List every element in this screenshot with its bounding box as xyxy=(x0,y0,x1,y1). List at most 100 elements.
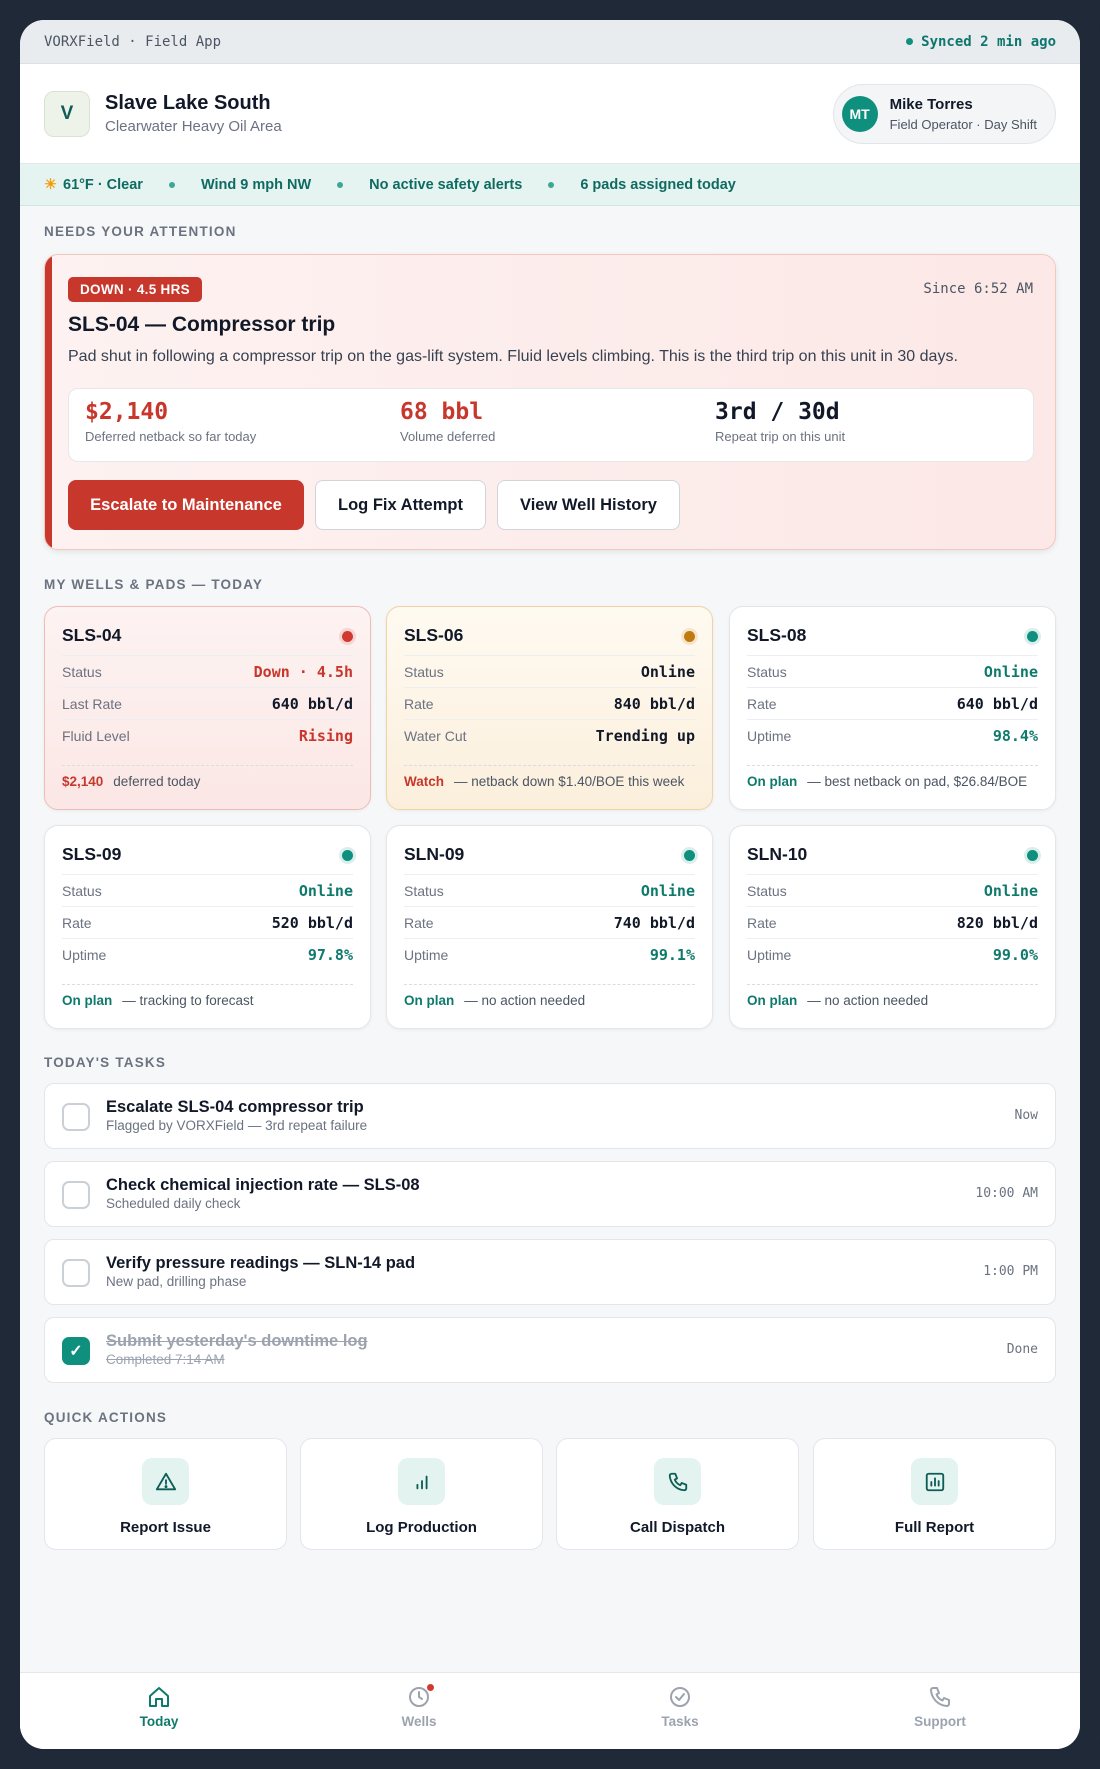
well-card[interactable]: SLS-08 Status Online Rate 640 bbl/d Uptime 98.… xyxy=(729,606,1056,810)
quick-action-report-issue[interactable]: Report Issue xyxy=(44,1438,287,1550)
task-item[interactable]: Check chemical injection rate — SLS-08 Sc… xyxy=(44,1161,1056,1227)
pads-text: 6 pads assigned today xyxy=(580,176,736,193)
nav-item-wells[interactable]: Wells xyxy=(359,1684,479,1729)
task-subtitle: Flagged by VORXField — 3rd repeat failur… xyxy=(106,1118,368,1133)
metric-key: Rate xyxy=(404,695,434,712)
task-title: Submit yesterday's downtime log xyxy=(106,1332,368,1350)
task-title: Escalate SLS-04 compressor trip xyxy=(106,1098,364,1116)
metric-key: Uptime xyxy=(62,946,107,963)
metric-value: 740 bbl/d xyxy=(613,913,695,932)
well-name: SLS-09 xyxy=(62,844,122,864)
status-dot-icon xyxy=(684,631,695,642)
user-role: Field Operator · Day Shift xyxy=(889,116,1037,132)
metric-key: Status xyxy=(62,663,102,680)
alert-since: Since 6:52 AM xyxy=(923,281,1033,297)
well-card[interactable]: SLS-04 Status Down · 4.5h Last Rate 640 bbl/… xyxy=(44,606,371,810)
view-history-button[interactable]: View Well History xyxy=(497,480,680,530)
nav-item-tasks[interactable]: Tasks xyxy=(620,1685,740,1729)
well-name: SLN-09 xyxy=(404,844,465,864)
separator-dot xyxy=(548,181,555,188)
task-title: Check chemical injection rate — SLS-08 xyxy=(106,1176,420,1194)
quick-action-log-production[interactable]: Log Production xyxy=(300,1438,543,1550)
task-subtitle: Scheduled daily check xyxy=(106,1196,241,1211)
site-area: Clearwater Heavy Oil Area xyxy=(105,118,282,135)
warning-icon xyxy=(142,1458,189,1505)
alert-accent-bar xyxy=(45,255,52,549)
well-name: SLS-08 xyxy=(747,625,807,645)
metric-value: Online xyxy=(640,881,695,900)
task-subtitle: New pad, drilling phase xyxy=(106,1274,247,1289)
metric-value: Rising xyxy=(298,726,353,745)
well-card[interactable]: SLN-10 Status Online Rate 820 bbl/d Uptime 99.… xyxy=(729,825,1056,1029)
user-profile-button[interactable]: MT Mike Torres Field Operator · Day Shif… xyxy=(832,83,1056,144)
well-card[interactable]: SLN-09 Status Online Rate 740 bbl/d Uptime 99.… xyxy=(386,825,713,1029)
well-note-text: — no action needed xyxy=(807,993,929,1008)
well-note-text: — no action needed xyxy=(464,993,586,1008)
metric-volume-deferred: 68 bbl Volume deferred xyxy=(400,399,495,444)
well-metric-row: Fluid Level Rising xyxy=(62,719,353,751)
escalate-button[interactable]: Escalate to Maintenance xyxy=(68,480,304,530)
section-label-attention: NEEDS YOUR ATTENTION xyxy=(44,224,237,239)
well-metric-row: Rate 820 bbl/d xyxy=(747,906,1038,938)
task-checkbox[interactable] xyxy=(62,1103,90,1131)
wind-text: Wind 9 mph NW xyxy=(200,176,312,193)
task-checkbox[interactable] xyxy=(62,1259,90,1287)
well-metric-row: Status Online xyxy=(404,655,695,687)
metric-key: Uptime xyxy=(747,727,792,744)
site-title: Slave Lake South xyxy=(105,92,271,114)
metric-label: Volume deferred xyxy=(400,429,496,444)
bar-chart-icon xyxy=(398,1458,445,1505)
metric-key: Water Cut xyxy=(404,727,467,744)
well-card[interactable]: SLS-09 Status Online Rate 520 bbl/d Uptime 97.… xyxy=(44,825,371,1029)
well-note-tag: On plan xyxy=(62,993,113,1008)
alert-card: DOWN · 4.5 HRS Since 6:52 AM SLS-04 — Co… xyxy=(44,254,1056,550)
well-card[interactable]: SLS-06 Status Online Rate 840 bbl/d Water Cut… xyxy=(386,606,713,810)
quick-action-label: Call Dispatch xyxy=(629,1519,726,1536)
nav-item-support[interactable]: Support xyxy=(880,1685,1000,1729)
well-metric-row: Status Down · 4.5h xyxy=(62,655,353,687)
metric-value: 840 bbl/d xyxy=(613,694,695,713)
metric-value: 640 bbl/d xyxy=(271,694,353,713)
nav-label: Tasks xyxy=(661,1714,699,1729)
task-checkbox[interactable] xyxy=(62,1181,90,1209)
well-note-text: — netback down $1.40/BOE this week xyxy=(454,774,685,789)
task-item[interactable]: ✓ Submit yesterday's downtime log Complete… xyxy=(44,1317,1056,1383)
well-note: On plan — tracking to forecast xyxy=(62,984,353,1008)
metric-value: 3rd / 30d xyxy=(715,399,840,425)
metric-value: 97.8% xyxy=(307,945,353,964)
phone-icon xyxy=(654,1458,701,1505)
metric-key: Status xyxy=(404,882,444,899)
nav-item-today[interactable]: Today xyxy=(99,1685,219,1729)
well-note-tag: Watch xyxy=(404,774,444,789)
metric-value: 99.0% xyxy=(992,945,1038,964)
quick-action-call-dispatch[interactable]: Call Dispatch xyxy=(556,1438,799,1550)
log-fix-button[interactable]: Log Fix Attempt xyxy=(315,480,486,530)
conditions-bar: ☀ 61°F · Clear Wind 9 mph NW No active s… xyxy=(20,164,1080,206)
metric-value: Online xyxy=(640,662,695,681)
well-metric-row: Status Online xyxy=(747,655,1038,687)
task-time: 10:00 AM xyxy=(975,1186,1038,1201)
well-note: On plan — best netback on pad, $26.84/BOE xyxy=(747,765,1038,789)
metric-value: Online xyxy=(983,662,1038,681)
notification-badge xyxy=(427,1684,434,1691)
quick-action-full-report[interactable]: Full Report xyxy=(813,1438,1056,1550)
tablet-frame: VORXField · Field App Synced 2 min ago V… xyxy=(0,0,1100,1769)
metric-key: Uptime xyxy=(747,946,792,963)
alert-metrics: $2,140 Deferred netback so far today 68 … xyxy=(68,388,1034,462)
well-metric-row: Rate 740 bbl/d xyxy=(404,906,695,938)
alert-description: Pad shut in following a compressor trip … xyxy=(68,348,958,365)
well-metric-row: Water Cut Trending up xyxy=(404,719,695,751)
well-metric-row: Last Rate 640 bbl/d xyxy=(62,687,353,719)
user-name: Mike Torres xyxy=(889,95,973,113)
site-header: V Slave Lake South Clearwater Heavy Oil … xyxy=(20,64,1080,164)
status-dot-icon xyxy=(1027,850,1038,861)
task-time: Done xyxy=(1006,1342,1038,1357)
separator-dot xyxy=(168,181,175,188)
task-item[interactable]: Escalate SLS-04 compressor trip Flagged b… xyxy=(44,1083,1056,1149)
quick-action-label: Log Production xyxy=(366,1519,477,1536)
task-checkbox[interactable]: ✓ xyxy=(62,1337,90,1365)
task-item[interactable]: Verify pressure readings — SLN-14 pad New… xyxy=(44,1239,1056,1305)
metric-value: $2,140 xyxy=(85,399,169,425)
well-note-text: — best netback on pad, $26.84/BOE xyxy=(807,774,1028,789)
metric-value: 520 bbl/d xyxy=(271,913,353,932)
